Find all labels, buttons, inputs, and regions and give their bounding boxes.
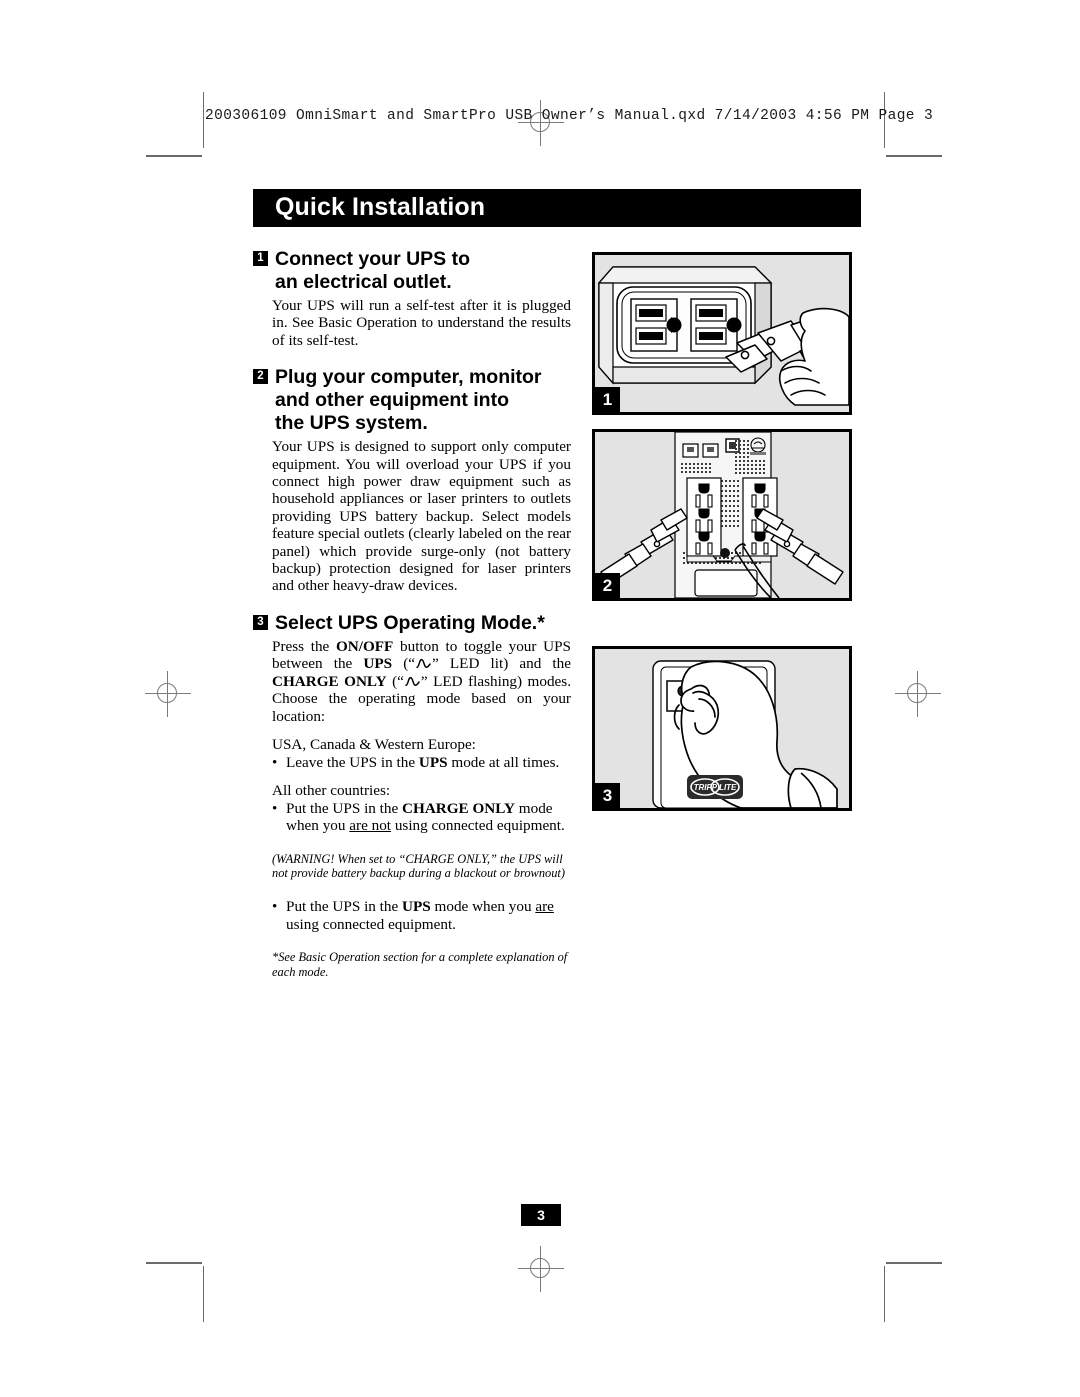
region-1-bullet-a: Leave the UPS in the	[286, 753, 419, 771]
figure-2-number: 2	[595, 573, 620, 598]
region-1-label: USA, Canada & Western Europe:	[272, 735, 476, 753]
led-waveform-icon	[416, 656, 431, 669]
region-2-bullet-mode: CHARGE ONLY	[402, 799, 515, 817]
final-bullet-mode: UPS	[402, 898, 431, 916]
region-1-bullet-mode: UPS	[418, 753, 448, 771]
bullet-glyph: •	[272, 799, 278, 817]
region-2-bullet-emphasis: are not	[349, 817, 392, 835]
step-1-heading-line-1: Connect your UPS to	[275, 248, 471, 270]
step-2-number: 2	[253, 369, 268, 385]
region-1-bullet-b: mode at all times.	[447, 753, 560, 771]
figure-1-wall-outlet: 1	[592, 252, 852, 415]
step-3-intro: Press the ON/OFF button to toggle your U…	[253, 638, 571, 725]
region-1-bullet: • Leave the UPS in the UPS mode at all t…	[253, 754, 571, 772]
region-2-bullet-a: Put the UPS in the	[286, 799, 403, 817]
ups-term: UPS	[363, 655, 393, 673]
step-3-number: 3	[253, 614, 268, 630]
figure-3-power-button: TRIPP LITE 3	[592, 646, 852, 811]
region-2-bullet: • Put the UPS in the CHARGE ONLY mode wh…	[253, 800, 571, 835]
figure-1-number: 1	[595, 387, 620, 412]
final-bullet: • Put the UPS in the UPS mode when you a…	[253, 898, 571, 933]
final-bullet-text: Put the UPS in the UPS mode when you are…	[272, 898, 571, 933]
final-bullet-c: using connected equipment.	[286, 915, 456, 933]
mode-footnote: *See Basic Operation section for a compl…	[272, 950, 568, 979]
step-3-heading-line-1: Select UPS Operating Mode.*	[275, 611, 545, 634]
step-3-intro-d: ” LED lit) and the	[432, 655, 571, 673]
page-number: 3	[521, 1204, 561, 1226]
bullet-glyph: •	[272, 753, 278, 771]
charge-only-warning: (WARNING! When set to “CHARGE ONLY,” the…	[272, 851, 565, 881]
final-bullet-emphasis: are	[535, 898, 554, 916]
figure-3-number: 3	[595, 783, 620, 808]
step-1-body: Your UPS will run a self-test after it i…	[272, 297, 571, 349]
text-column: 1 Connect your UPS to an electrical outl…	[253, 248, 571, 979]
region-1-bullet-text: Leave the UPS in the UPS mode at all tim…	[272, 754, 571, 772]
section-banner: Quick Installation	[253, 189, 861, 227]
step-3-heading: 3 Select UPS Operating Mode.*	[253, 612, 571, 635]
page-title: Quick Installation	[275, 192, 486, 221]
manual-page: Quick Installation 1 Connect your UPS to…	[0, 0, 1080, 1397]
figure-2-ups-rear-panel: 2	[592, 429, 852, 601]
step-3-intro-c: (“	[392, 655, 416, 673]
step-2-body: Your UPS is designed to support only com…	[272, 438, 571, 595]
step-2-heading: 2 Plug your computer, monitor and other …	[253, 366, 571, 435]
step-3-intro-e: (“	[386, 672, 404, 690]
charge-only-term: CHARGE ONLY	[272, 672, 387, 690]
region-2-label: All other countries:	[272, 782, 391, 800]
svg-text:TRIPP LITE: TRIPP LITE	[694, 783, 737, 792]
led-waveform-icon-2	[405, 674, 420, 686]
step-2-heading-line-2: and other equipment into	[275, 389, 509, 412]
step-2-heading-line-1: Plug your computer, monitor	[275, 366, 542, 389]
bullet-glyph: •	[272, 898, 278, 916]
step-1-number: 1	[253, 251, 268, 266]
final-bullet-b: mode when you	[430, 898, 536, 916]
final-bullet-a: Put the UPS in the	[286, 898, 403, 916]
step-1-heading: 1 Connect your UPS to an electrical outl…	[253, 248, 571, 294]
step-1-heading-line-2: an electrical outlet.	[275, 271, 452, 293]
step-2-heading-line-3: the UPS system.	[275, 412, 428, 435]
step-3-intro-a: Press the	[272, 637, 336, 655]
region-2-bullet-text: Put the UPS in the CHARGE ONLY mode when…	[272, 800, 571, 835]
onoff-term: ON/OFF	[335, 637, 394, 655]
region-2-bullet-c: using connected equipment.	[391, 817, 565, 835]
